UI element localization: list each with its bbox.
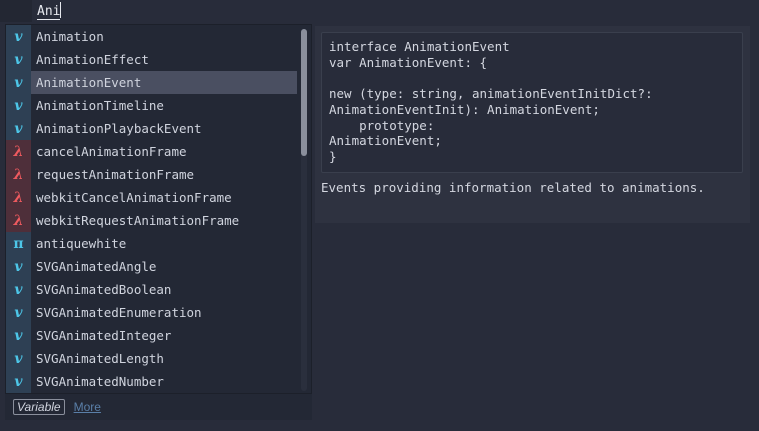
suggestion-item[interactable]: λ cancelAnimationFrame [6,140,297,163]
function-kind-icon: λ [6,186,31,209]
suggestion-list: v Animation v AnimationEffect v AnimationEven… [6,25,297,393]
suggestion-item[interactable]: v SVGAnimatedEnumeration [6,301,297,324]
documentation-text: Events providing information related to … [321,180,705,195]
suggestion-label: AnimationEvent [36,75,142,90]
variable-kind-icon: v [6,301,31,324]
function-kind-icon: λ [6,163,31,186]
variable-kind-icon: v [6,370,31,393]
suggestion-label: Animation [36,29,104,44]
suggestion-item[interactable]: λ requestAnimationFrame [6,163,297,186]
suggestion-scrollbar[interactable] [301,29,307,391]
suggestion-item[interactable]: π antiquewhite [6,232,297,255]
details-panel: interface AnimationEvent var AnimationEv… [315,26,750,223]
suggestion-label: SVGAnimatedInteger [36,328,172,343]
signature-code-block: interface AnimationEvent var AnimationEv… [321,32,743,173]
function-kind-icon: λ [6,140,31,163]
suggestion-widget: v Animation v AnimationEffect v AnimationEven… [5,24,312,394]
variable-kind-icon: v [6,71,31,94]
suggestion-item[interactable]: v SVGAnimatedAngle [6,255,297,278]
suggestion-item[interactable]: v Animation [6,25,297,48]
suggestion-item[interactable]: v AnimationTimeline [6,94,297,117]
suggestion-label: antiquewhite [36,236,127,251]
suggestion-item[interactable]: λ webkitCancelAnimationFrame [6,186,297,209]
more-link[interactable]: More [74,400,101,414]
suggestion-item[interactable]: v SVGAnimatedInteger [6,324,297,347]
suggestion-item[interactable]: v AnimationEvent [6,71,297,94]
suggestion-label: requestAnimationFrame [36,167,195,182]
editor-line[interactable]: Ani [37,2,62,22]
text-cursor [60,2,62,18]
suggestion-item[interactable]: λ webkitRequestAnimationFrame [6,209,297,232]
suggestion-label: SVGAnimatedLength [36,351,164,366]
constant-kind-icon: π [6,232,31,255]
line-number-gutter [0,0,32,22]
suggestion-label: SVGAnimatedEnumeration [36,305,202,320]
suggestion-label: webkitRequestAnimationFrame [36,213,240,228]
suggestion-item[interactable]: v SVGAnimatedNumber [6,370,297,393]
variable-kind-icon: v [6,255,31,278]
variable-kind-icon: v [6,25,31,48]
typed-text: Ani [37,4,61,20]
suggestion-label: cancelAnimationFrame [36,144,187,159]
variable-kind-icon: v [6,94,31,117]
suggestion-label: AnimationEffect [36,52,149,67]
variable-kind-icon: v [6,117,31,140]
suggestion-label: webkitCancelAnimationFrame [36,190,232,205]
suggestion-item[interactable]: v AnimationPlaybackEvent [6,117,297,140]
suggestion-label: AnimationTimeline [36,98,164,113]
suggestion-label: AnimationPlaybackEvent [36,121,202,136]
kind-badge: Variable [13,399,65,415]
suggestion-label: SVGAnimatedAngle [36,259,157,274]
variable-kind-icon: v [6,48,31,71]
function-kind-icon: λ [6,209,31,232]
suggestion-footer: Variable More [5,394,312,420]
variable-kind-icon: v [6,278,31,301]
scrollbar-thumb[interactable] [301,29,307,156]
suggestion-item[interactable]: v AnimationEffect [6,48,297,71]
variable-kind-icon: v [6,324,31,347]
suggestion-item[interactable]: v SVGAnimatedBoolean [6,278,297,301]
variable-kind-icon: v [6,347,31,370]
suggestion-item[interactable]: v SVGAnimatedLength [6,347,297,370]
suggestion-label: SVGAnimatedNumber [36,374,164,389]
suggestion-label: SVGAnimatedBoolean [36,282,172,297]
